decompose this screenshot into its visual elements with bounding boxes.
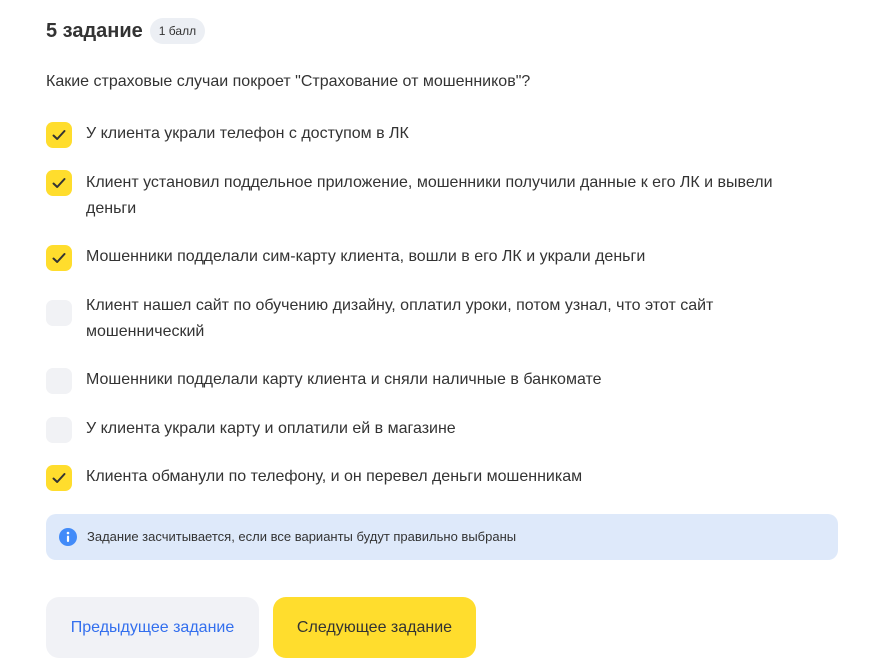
option-checkbox-checked[interactable] <box>46 122 72 148</box>
next-task-button[interactable]: Следующее задание <box>273 597 476 658</box>
option-label[interactable]: Клиент нашел сайт по обучению дизайну, о… <box>86 293 826 345</box>
option-checkbox[interactable] <box>46 417 72 443</box>
option-checkbox-checked[interactable] <box>46 170 72 196</box>
info-text: Задание засчитывается, если все варианты… <box>87 529 517 544</box>
option-label[interactable]: Клиента обманули по телефону, и он перев… <box>86 464 826 490</box>
option-checkbox[interactable] <box>46 300 72 326</box>
task-title: 5 задание <box>46 19 143 42</box>
info-notice: Задание засчитывается, если все варианты… <box>46 514 838 560</box>
question-text: Какие страховые случаи покроет "Страхова… <box>46 73 531 90</box>
option-label[interactable]: У клиента украли карту и оплатили ей в м… <box>86 416 826 442</box>
previous-task-button[interactable]: Предыдущее задание <box>46 597 259 658</box>
option-label[interactable]: Мошенники подделали сим-карту клиента, в… <box>86 244 826 270</box>
option-label[interactable]: У клиента украли телефон с доступом в ЛК <box>86 121 826 147</box>
checkmark-icon <box>52 473 66 483</box>
checkmark-icon <box>52 178 66 188</box>
option-label[interactable]: Мошенники подделали карту клиента и снял… <box>86 367 826 393</box>
option-checkbox[interactable] <box>46 368 72 394</box>
points-badge: 1 балл <box>149 18 206 44</box>
option-checkbox-checked[interactable] <box>46 245 72 271</box>
option-checkbox-checked[interactable] <box>46 465 72 491</box>
checkmark-icon <box>52 253 66 263</box>
task-header: 5 задание 1 балл <box>46 18 206 44</box>
option-label[interactable]: Клиент установил поддельное приложение, … <box>86 170 826 222</box>
info-icon <box>59 528 77 546</box>
checkmark-icon <box>52 130 66 140</box>
